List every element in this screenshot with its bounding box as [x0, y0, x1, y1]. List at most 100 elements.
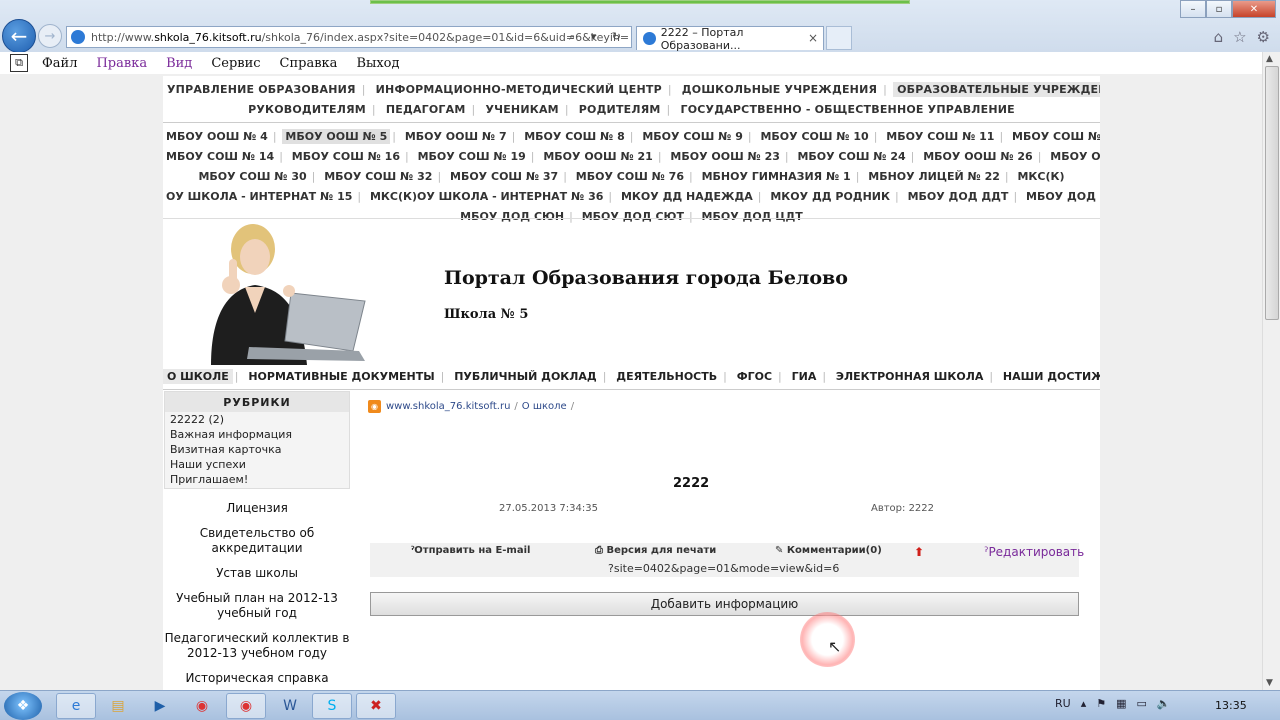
secnav-deyatelnost[interactable]: ДЕЯТЕЛЬНОСТЬ — [612, 369, 721, 384]
nav-roditelyam[interactable]: РОДИТЕЛЯМ — [575, 102, 665, 117]
rss-icon[interactable]: ◉ — [368, 400, 381, 413]
start-button[interactable]: ❖ — [4, 692, 42, 720]
rubric-item[interactable]: Приглашаем! — [165, 472, 349, 487]
secnav-o-shkole[interactable]: О ШКОЛЕ — [163, 369, 233, 384]
scroll-up-icon[interactable]: ▲ — [1266, 54, 1273, 64]
language-indicator[interactable]: RU — [1055, 697, 1071, 710]
scroll-down-icon[interactable]: ▼ — [1266, 678, 1273, 688]
new-tab-button[interactable] — [826, 26, 852, 50]
minimize-button[interactable]: – — [1180, 0, 1206, 18]
school-link[interactable]: МБОУ ООШ № 7 — [402, 129, 510, 144]
taskbar-chrome-window-icon[interactable]: ◉ — [226, 693, 266, 719]
secnav-elektronnaya-shkola[interactable]: ЭЛЕКТРОННАЯ ШКОЛА — [832, 369, 987, 384]
side-link-staff[interactable]: Педагогический коллектив в 2012-13 учебн… — [163, 631, 351, 661]
nav-gos-upravlenie[interactable]: ГОСУДАРСТВЕННО - ОБЩЕСТВЕННОЕ УПРАВЛЕНИЕ — [676, 102, 1018, 117]
flag-icon[interactable]: ⚑ — [1096, 697, 1106, 710]
school-link[interactable]: МБОУ СОШ № 19 — [415, 149, 529, 164]
side-link-history[interactable]: Историческая справка — [163, 671, 351, 686]
school-link[interactable]: МБОУ ООШ № 26 — [920, 149, 1035, 164]
breadcrumb-home[interactable]: www.shkola_76.kitsoft.ru — [386, 401, 510, 412]
rubric-item[interactable]: Наши успехи — [165, 457, 349, 472]
school-link[interactable]: МКС(К)ОУ ШКОЛА - ИНТЕРНАТ № 36 — [367, 189, 606, 204]
address-tools-icon[interactable]: ⌕ ▾ ↻ — [569, 30, 627, 44]
school-link[interactable]: МБОУ ООШ № 28 — [1047, 149, 1100, 164]
rubric-item[interactable]: Визитная карточка — [165, 442, 349, 457]
menu-edit[interactable]: Правка — [96, 56, 147, 71]
school-link-selected[interactable]: МБОУ ООШ № 5 — [282, 129, 391, 144]
nav-doshkolnye[interactable]: ДОШКОЛЬНЫЕ УЧРЕЖДЕНИЯ — [678, 82, 881, 97]
school-link[interactable]: МБОУ ДОД ДДТ — [905, 189, 1012, 204]
side-link-accreditation[interactable]: Свидетельство об аккредитации — [163, 526, 351, 556]
vertical-scrollbar[interactable]: ▲ ▼ — [1262, 52, 1280, 690]
address-bar[interactable]: http://www. shkola_76.kitsoft.ru/shkola_7… — [66, 26, 632, 48]
rubric-item[interactable]: Важная информация — [165, 427, 349, 442]
taskbar-ie-icon[interactable]: e — [56, 693, 96, 719]
volume-icon[interactable]: 🔈 — [1157, 697, 1171, 710]
school-link[interactable]: МБОУ СОШ № 10 — [757, 129, 871, 144]
school-link[interactable]: МКС(К) — [1014, 169, 1067, 184]
nav-obrazovatelnye[interactable]: ОБРАЗОВАТЕЛЬНЫЕ УЧРЕЖДЕНИЯ — [893, 82, 1100, 97]
school-link[interactable]: МБОУ СОШ № 76 — [573, 169, 687, 184]
browser-tab[interactable]: 2222 – Портал Образовани... × — [636, 26, 824, 52]
school-link[interactable]: МБОУ СОШ № 37 — [447, 169, 561, 184]
secnav-normativnye[interactable]: НОРМАТИВНЫЕ ДОКУМЕНТЫ — [244, 369, 438, 384]
school-link[interactable]: МБОУ ООШ № 23 — [667, 149, 782, 164]
menu-tools[interactable]: Сервис — [211, 56, 260, 71]
close-window-button[interactable]: ✕ — [1232, 0, 1276, 18]
menu-help[interactable]: Справка — [280, 56, 338, 71]
school-link[interactable]: ОУ ШКОЛА - ИНТЕРНАТ № 15 — [163, 189, 355, 204]
nav-pedagogam[interactable]: ПЕДАГОГАМ — [382, 102, 470, 117]
clock[interactable]: 13:35 — [1215, 699, 1247, 712]
arrow-up-icon[interactable]: ⬆ — [914, 545, 924, 559]
maximize-button[interactable]: ▫ — [1206, 0, 1232, 18]
back-button[interactable]: ← — [2, 19, 36, 53]
add-information-button[interactable]: Добавить информацию — [370, 592, 1079, 616]
taskbar-skype-icon[interactable]: S — [312, 693, 352, 719]
menu-file[interactable]: Файл — [42, 56, 77, 71]
nav-rukovoditelyam[interactable]: РУКОВОДИТЕЛЯМ — [244, 102, 370, 117]
school-link[interactable]: МБОУ ДОД ДТДМ — [1023, 189, 1100, 204]
menu-exit[interactable]: Выход — [356, 56, 399, 71]
side-link-charter[interactable]: Устав школы — [163, 566, 351, 581]
comments-link[interactable]: ✎ Комментарии(0) — [775, 545, 882, 556]
school-link[interactable]: МКОУ ДД НАДЕЖДА — [618, 189, 756, 204]
taskbar-recorder-icon[interactable]: ✖ — [356, 693, 396, 719]
school-link[interactable]: МБОУ СОШ № 11 — [883, 129, 997, 144]
nav-uchenikam[interactable]: УЧЕНИКАМ — [481, 102, 562, 117]
school-link[interactable]: МБОУ ООШ № 21 — [540, 149, 655, 164]
school-link[interactable]: МБОУ СОШ № 30 — [195, 169, 309, 184]
secnav-fgos[interactable]: ФГОС — [733, 369, 776, 384]
menu-view[interactable]: Вид — [166, 56, 192, 71]
school-link[interactable]: МБНОУ ГИМНАЗИЯ № 1 — [699, 169, 854, 184]
nav-upravlenie[interactable]: УПРАВЛЕНИЕ ОБРАЗОВАНИЯ — [163, 82, 360, 97]
school-link[interactable]: МБОУ СОШ № 9 — [639, 129, 746, 144]
gear-icon[interactable]: ⚙ — [1257, 28, 1270, 46]
school-link[interactable]: МКОУ ДД РОДНИК — [767, 189, 893, 204]
taskbar-media-player-icon[interactable]: ▶ — [140, 693, 180, 719]
edit-link[interactable]: ˀРедактировать — [984, 545, 1084, 559]
nav-imc[interactable]: ИНФОРМАЦИОННО-МЕТОДИЧЕСКИЙ ЦЕНТР — [372, 82, 666, 97]
secnav-gia[interactable]: ГИА — [788, 369, 821, 384]
scrollbar-thumb[interactable] — [1265, 66, 1279, 320]
taskbar-explorer-icon[interactable]: ▤ — [98, 693, 138, 719]
forward-button[interactable]: → — [38, 24, 62, 48]
school-link[interactable]: МБОУ СОШ № 16 — [289, 149, 403, 164]
send-email-link[interactable]: ˀОтправить на E-mail — [411, 545, 530, 556]
chevron-up-icon[interactable]: ▴ — [1081, 697, 1087, 710]
tab-close-icon[interactable]: × — [808, 31, 818, 45]
school-link[interactable]: МБОУ СОШ № 8 — [521, 129, 628, 144]
favorites-icon[interactable]: ☆ — [1233, 28, 1246, 46]
school-link[interactable]: МБОУ СОШ № 14 — [163, 149, 277, 164]
school-link[interactable]: МБОУ СОШ № 32 — [321, 169, 435, 184]
side-link-curriculum[interactable]: Учебный план на 2012-13 учебный год — [163, 591, 351, 621]
secnav-publichny-doklad[interactable]: ПУБЛИЧНЫЙ ДОКЛАД — [450, 369, 601, 384]
school-link[interactable]: МБОУ СОШ № 24 — [794, 149, 908, 164]
school-link[interactable]: МБОУ СОШ № 12 — [1009, 129, 1100, 144]
taskbar-word-icon[interactable]: W — [270, 693, 310, 719]
rubric-item[interactable]: 22222 (2) — [165, 412, 349, 427]
side-link-license[interactable]: Лицензия — [163, 501, 351, 516]
print-version-link[interactable]: ⎙ Версия для печати — [595, 545, 716, 556]
secnav-dostizheniya[interactable]: НАШИ ДОСТИЖЕНИЯ — [999, 369, 1100, 384]
network-icon[interactable]: ▦ — [1116, 697, 1126, 710]
school-link[interactable]: МБНОУ ЛИЦЕЙ № 22 — [865, 169, 1003, 184]
